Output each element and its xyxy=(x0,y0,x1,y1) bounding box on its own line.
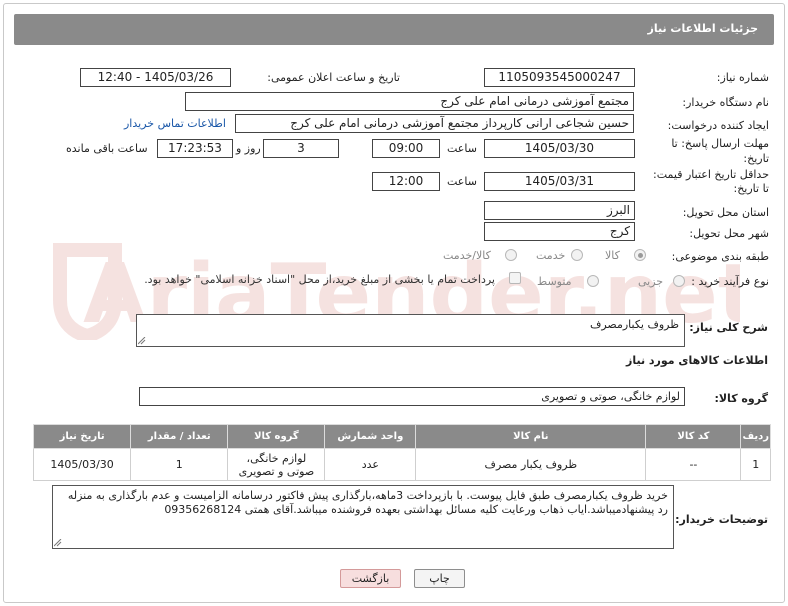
col-unit-header: واحد شمارش xyxy=(324,424,417,449)
buyer-org-field[interactable]: مجتمع آموزشی درمانی امام علی کرج xyxy=(185,92,634,111)
deadline-days-field[interactable]: 3 xyxy=(263,139,339,158)
province-label: استان محل تحویل: xyxy=(682,206,769,219)
col-group-header: گروه کالا xyxy=(227,424,326,449)
cell-group: لوازم خانگی، صوتی و تصویری xyxy=(227,448,326,481)
category-service-radio[interactable] xyxy=(571,249,583,261)
city-label: شهر محل تحویل: xyxy=(689,227,769,240)
buyer-notes-textarea[interactable]: خرید ظروف یکبارمصرف طبق فایل پیوست. با ب… xyxy=(52,485,674,549)
page-title: جزئیات اطلاعات نیاز xyxy=(647,22,759,35)
goods-section-title: اطلاعات کالاهای مورد نیاز xyxy=(626,354,768,367)
process-minor-label: جزیی xyxy=(638,275,664,288)
deadline-label-line2: تاریخ: xyxy=(743,152,769,165)
announce-datetime-label: تاریخ و ساعت اعلان عمومی: xyxy=(267,71,400,84)
header-bar: جزئیات اطلاعات نیاز xyxy=(14,14,774,45)
deadline-time-label: ساعت xyxy=(447,142,477,155)
treasury-bonds-note: پرداخت تمام یا بخشی از مبلغ خرید،از محل … xyxy=(144,273,495,286)
table-header-row: ردیف کد کالا نام کالا واحد شمارش گروه کا… xyxy=(32,424,771,449)
announce-datetime-field[interactable]: 1405/03/26 - 12:40 xyxy=(80,68,231,87)
process-medium-radio[interactable] xyxy=(587,275,599,287)
goods-group-field[interactable]: لوازم خانگی، صوتی و تصویری xyxy=(139,387,685,406)
requester-field[interactable]: حسین شجاعی ارانی کارپرداز مجتمع آموزشی د… xyxy=(235,114,634,133)
process-minor-radio[interactable] xyxy=(673,275,685,287)
cell-row: 1 xyxy=(740,448,771,481)
resize-handle-icon[interactable] xyxy=(138,337,146,345)
category-goods-service-radio[interactable] xyxy=(505,249,517,261)
col-code-header: کد کالا xyxy=(645,424,742,449)
process-medium-label: متوسط xyxy=(537,275,572,288)
category-goods-service-label: کالا/خدمت xyxy=(443,249,491,262)
need-number-field[interactable]: 1105093545000247 xyxy=(484,68,635,87)
deadline-time-field[interactable]: 09:00 xyxy=(372,139,440,158)
col-qty-header: تعداد / مقدار xyxy=(130,424,229,449)
deadline-date-field[interactable]: 1405/03/30 xyxy=(484,139,635,158)
goods-table: ردیف کد کالا نام کالا واحد شمارش گروه کا… xyxy=(32,424,771,481)
category-service-label: خدمت xyxy=(536,249,566,262)
category-goods-radio[interactable] xyxy=(634,249,646,261)
category-label: طبقه بندی موضوعی: xyxy=(671,250,769,263)
price-validity-label-line1: حداقل تاریخ اعتبار قیمت: xyxy=(653,168,769,181)
purchase-process-label: نوع فرآیند خرید : xyxy=(691,275,769,288)
buyer-notes-label: توضیحات خریدار: xyxy=(675,513,768,526)
cell-code: -- xyxy=(645,448,742,481)
deadline-days-label: روز و xyxy=(236,142,261,155)
need-number-label: شماره نیاز: xyxy=(716,71,769,84)
resize-handle-icon[interactable] xyxy=(54,539,62,547)
remaining-time-field[interactable]: 17:23:53 xyxy=(157,139,233,158)
col-date-header: تاریخ نیاز xyxy=(32,424,132,449)
cell-qty: 1 xyxy=(130,448,229,481)
col-name-header: نام کالا xyxy=(415,424,647,449)
price-validity-label-line2: تا تاریخ: xyxy=(733,182,769,195)
remaining-time-label: ساعت باقی مانده xyxy=(66,142,148,155)
back-button[interactable]: بازگشت xyxy=(340,569,401,588)
city-field[interactable]: کرج xyxy=(484,222,635,241)
buyer-contact-link[interactable]: اطلاعات تماس خریدار xyxy=(124,117,226,130)
buyer-org-label: نام دستگاه خریدار: xyxy=(682,96,769,109)
col-row-header: ردیف xyxy=(740,424,771,449)
province-field[interactable]: البرز xyxy=(484,201,635,220)
deadline-label-line1: مهلت ارسال پاسخ: تا xyxy=(671,137,769,150)
cell-date: 1405/03/30 xyxy=(32,448,132,481)
cell-unit: عدد xyxy=(324,448,417,481)
goods-group-label: گروه کالا: xyxy=(714,392,768,405)
requester-label: ایجاد کننده درخواست: xyxy=(667,119,769,132)
print-button[interactable]: چاپ xyxy=(414,569,465,588)
price-validity-time-field[interactable]: 12:00 xyxy=(372,172,440,191)
price-validity-date-field[interactable]: 1405/03/31 xyxy=(484,172,635,191)
price-validity-time-label: ساعت xyxy=(447,175,477,188)
cell-group-line2: صوتی و تصویری xyxy=(238,464,315,478)
cell-group-line1: لوازم خانگی، xyxy=(246,451,307,465)
cell-name: ظروف یکبار مصرف xyxy=(415,448,647,481)
treasury-bonds-checkbox[interactable] xyxy=(509,272,521,284)
summary-textarea[interactable]: ظروف یکبارمصرف xyxy=(136,314,685,347)
table-row[interactable]: 1 -- ظروف یکبار مصرف عدد لوازم خانگی، صو… xyxy=(32,448,771,481)
summary-label: شرح کلی نیاز: xyxy=(689,321,768,334)
category-goods-label: کالا xyxy=(605,249,620,262)
